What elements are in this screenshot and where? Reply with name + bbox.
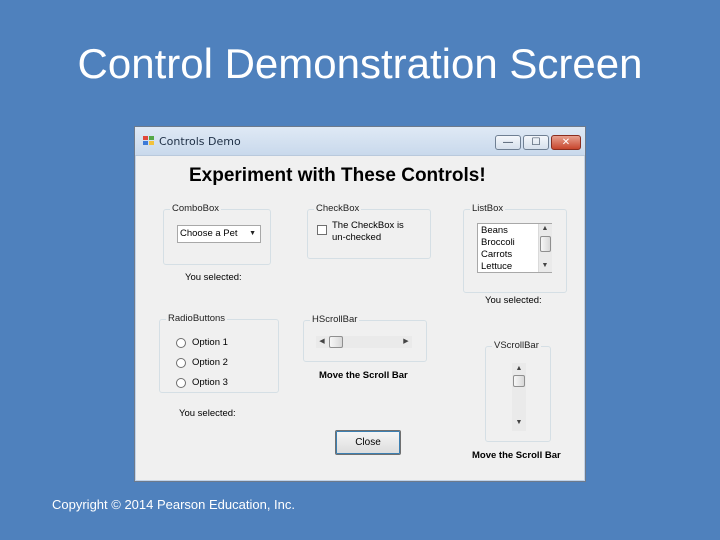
window-title: Controls Demo [159,135,241,148]
copyright-text: Copyright © 2014 Pearson Education, Inc. [52,497,296,512]
scroll-left-arrow-icon[interactable]: ◀ [316,337,328,345]
vegetable-listbox[interactable]: Beans Broccoli Carrots Lettuce ▲ ▼ [477,223,552,273]
list-item[interactable]: Carrots [481,249,512,260]
listbox-scrollbar[interactable]: ▲ ▼ [538,224,552,272]
hscroll-group: HScrollBar ◀ ▶ [303,314,427,362]
hscroll-caption: Move the Scroll Bar [319,370,408,381]
list-item[interactable]: Broccoli [481,237,515,248]
vertical-scrollbar[interactable]: ▲ ▼ [512,363,526,431]
hscroll-group-label: HScrollBar [310,314,360,325]
vscroll-thumb[interactable] [513,375,525,387]
combobox-group: ComboBox Choose a Pet ▼ [163,203,271,265]
checkbox-group-label: CheckBox [314,203,362,214]
app-icon [143,136,154,146]
radio-option-2-label: Option 2 [192,357,228,368]
radio-group-label: RadioButtons [166,313,228,324]
close-window-button[interactable]: ✕ [551,135,581,150]
radio-option-1-label: Option 1 [192,337,228,348]
vscroll-caption: Move the Scroll Bar [472,450,561,461]
slide-title: Control Demonstration Screen [77,40,643,87]
combobox-group-label: ComboBox [170,203,221,214]
pet-combobox[interactable]: Choose a Pet ▼ [177,225,261,243]
combobox-value: Choose a Pet [180,228,238,239]
listbox-group: ListBox Beans Broccoli Carrots Lettuce ▲… [463,203,567,293]
scroll-up-arrow-icon[interactable]: ▲ [539,225,551,232]
hscroll-thumb[interactable] [329,336,343,348]
listbox-result-label: You selected: [485,295,542,306]
demo-checkbox[interactable] [317,225,327,235]
window-titlebar[interactable]: Controls Demo — ☐ ✕ [135,127,585,156]
vscroll-group: VScrollBar ▲ ▼ [485,340,551,442]
vscroll-up-arrow-icon[interactable]: ▲ [513,365,525,372]
checkbox-group: CheckBox The CheckBox is un-checked [307,203,431,259]
checkbox-text-line1: The CheckBox is [332,220,404,231]
listbox-scroll-thumb[interactable] [540,236,551,252]
maximize-button[interactable]: ☐ [523,135,549,150]
scroll-down-arrow-icon[interactable]: ▼ [539,262,551,269]
checkbox-text-line2: un-checked [332,232,382,243]
close-button[interactable]: Close [335,430,401,455]
scroll-right-arrow-icon[interactable]: ▶ [400,337,412,345]
list-item[interactable]: Beans [481,225,508,236]
radio-result-label: You selected: [179,408,236,419]
form-heading: Experiment with These Controls! [189,165,486,186]
radio-option-3-label: Option 3 [192,377,228,388]
vscroll-down-arrow-icon[interactable]: ▼ [513,419,525,426]
controls-demo-window: Controls Demo — ☐ ✕ Experiment with Thes… [134,126,586,482]
chevron-down-icon: ▼ [249,230,256,237]
list-item[interactable]: Lettuce [481,261,512,272]
radio-group: RadioButtons Option 1 Option 2 Option 3 [159,313,279,393]
horizontal-scrollbar[interactable]: ◀ ▶ [316,336,412,348]
combobox-result-label: You selected: [185,272,242,283]
radio-option-2[interactable] [176,358,186,368]
listbox-group-label: ListBox [470,203,506,214]
radio-option-3[interactable] [176,378,186,388]
minimize-button[interactable]: — [495,135,521,150]
radio-option-1[interactable] [176,338,186,348]
vscroll-group-label: VScrollBar [492,340,541,351]
